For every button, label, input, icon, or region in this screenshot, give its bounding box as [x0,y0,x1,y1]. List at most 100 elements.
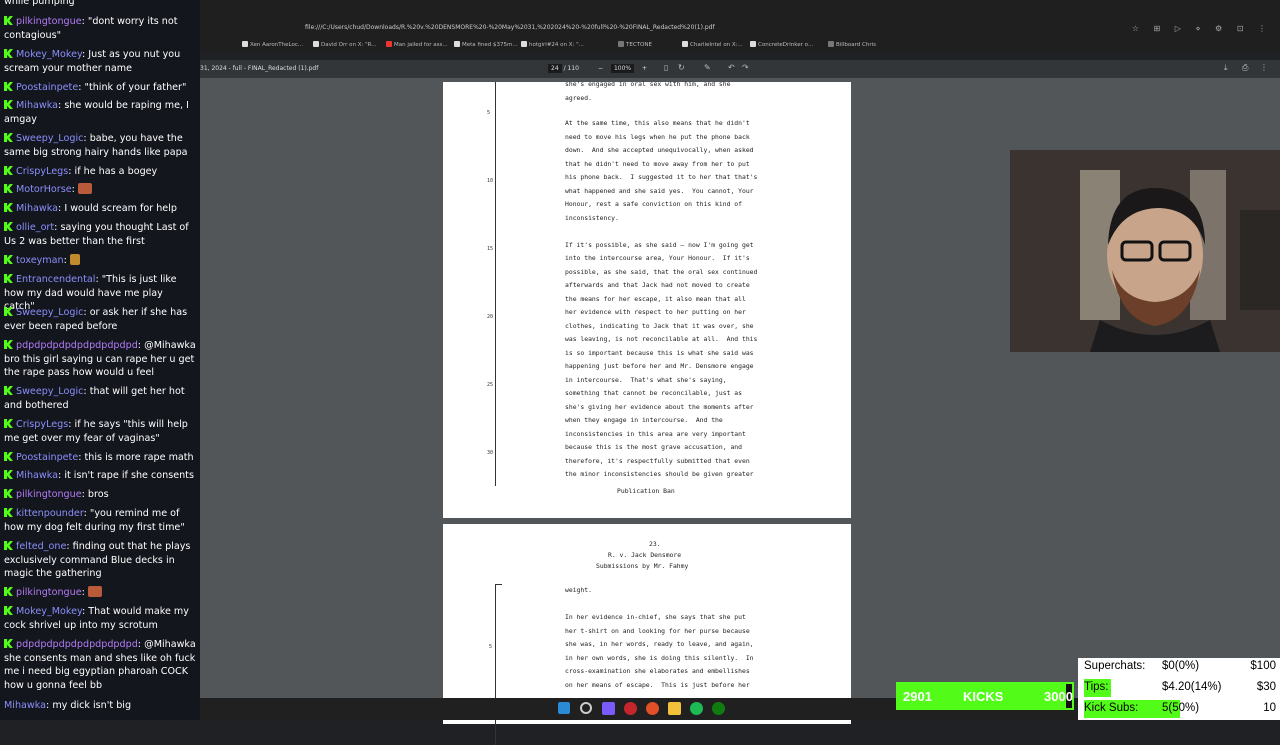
chat-username[interactable]: MotorHorse [16,184,72,195]
print-icon[interactable]: ⎙ [1242,63,1248,73]
bookmark-item[interactable]: Man jailed for ass... [386,41,448,48]
kick-badge-icon [4,541,13,550]
kick-badge-icon [4,222,13,231]
chat-message: pdpdpdpdpdpdpdpdpdpd: @Mihawka bro this … [4,340,196,378]
chat-username[interactable]: felted_one [16,541,66,552]
zoom-out-button[interactable]: − [598,65,603,72]
chat-username[interactable]: Mokey_Mokey [16,606,82,617]
bookmark-item[interactable]: ConcreteDrinker o... [750,41,813,48]
chat-username[interactable]: CrispyLegs [16,419,68,430]
chat-username[interactable]: Mihawka [16,203,58,214]
chat-username[interactable]: Sweepy_Logic [16,133,83,144]
chat-text: if he has a bogey [74,166,158,177]
chat-username[interactable]: pilkingtongue [16,489,82,500]
chat-username[interactable]: Mihawka [16,100,58,111]
chat-username[interactable]: pdpdpdpdpdpdpdpdpdpd [16,340,138,351]
bookmark-item[interactable]: CharlieIntel on X:... [682,41,743,48]
file-explorer-icon[interactable] [668,702,681,715]
download-icon[interactable]: ⤓ [1224,63,1228,73]
kick-badge-icon [4,307,13,316]
chat-username[interactable]: Mokey_Mokey [16,49,82,60]
xbox-icon[interactable] [712,702,725,715]
chat-username[interactable]: Mihawka [16,470,58,481]
chat-username[interactable]: Mihawka [4,700,46,711]
pdf-page-22: she's engaged in oral sex with him, and … [443,80,851,518]
discord-icon[interactable] [602,702,615,715]
chat-message: pilkingtongue: "dont worry its not conta… [4,16,178,41]
chat-username[interactable]: Poostainpete [16,82,78,93]
chat-username[interactable]: ollie_ort [16,222,54,233]
kick-badge-icon [4,489,13,498]
chat-username[interactable]: toxeyman [16,255,64,266]
chat-message: Mihawka: I would scream for help [0,200,200,218]
goal-goal: $30 [1256,681,1276,693]
chat-text: "think of your father" [84,82,187,93]
kicks-label: KICKS [963,689,1004,704]
bookmark-item[interactable]: Billboard Chris [828,41,876,48]
kicks-current: 2901 [903,689,932,704]
chat-username[interactable]: Sweepy_Logic [16,386,83,397]
chat-message: MotorHorse: [0,181,200,199]
bookmark-label: hotgirl#24 on X: "... [529,42,584,48]
zoom-level[interactable]: 100% [610,64,635,73]
kick-badge-icon [4,16,13,25]
chat-message: Sweepy_Logic: babe, you have the same bi… [4,133,188,158]
page-number-input[interactable]: 24 [548,64,562,73]
undo-icon[interactable]: ↶ [728,63,735,72]
pdf-toolbar: 31, 2024 - full - FINAL_Redacted (1).pdf… [200,60,1280,78]
chat-username[interactable]: CrispyLegs [16,166,68,177]
chat-message: pilkingtongue: bros [0,486,200,504]
donation-goals-widget: Superchats: $0(0%) $100 Tips: $4.20(14%) $30 K… [1078,658,1280,720]
goal-label: Tips: [1084,681,1109,693]
chat-message: Poostainpete: this is more rape math [0,449,200,467]
windows-start-icon[interactable] [558,702,570,714]
goal-label: Kick Subs: [1084,702,1139,714]
page-subtitle: Submissions by Mr. Fahmy [596,562,689,570]
chat-username[interactable]: kittenpounder [16,508,84,519]
chat-username[interactable]: Sweepy_Logic [16,307,83,318]
chat-message: pdpdpdpdpdpdpdpdpdpd: @Mihawka she conse… [4,639,196,691]
bookmark-item[interactable]: Xen AaronTheLoc... [242,41,303,48]
spotify-icon[interactable] [690,702,703,715]
rotate-icon[interactable]: ↻ [678,63,685,72]
chat-username[interactable]: Poostainpete [16,452,78,463]
chat-message: Mihawka: it isn't rape if she consents [0,467,200,485]
redo-icon[interactable]: ↷ [742,63,749,72]
chat-message: Sweepy_Logic: or ask her if she has ever… [4,307,188,332]
page-margin-rule [495,584,502,745]
chat-text: this is more rape math [84,452,194,463]
goal-row: Superchats: $0(0%) $100 [1084,658,1276,676]
search-icon[interactable] [580,702,592,714]
bookmark-favicon-icon [682,41,688,47]
line-number: 10 [487,178,494,184]
obs-icon[interactable] [624,702,637,715]
chat-username[interactable]: pilkingtongue [16,587,82,598]
highlight-icon[interactable]: ✎ [704,63,711,72]
chat-message: Mokey_Mokey: That would make my cock shr… [4,606,189,631]
kick-badge-icon [4,419,13,428]
zoom-in-button[interactable]: + [642,65,647,72]
kick-badge-icon [4,470,13,479]
more-menu-icon[interactable]: ⋮ [1260,63,1268,72]
page-counter: 24 / 110 [548,64,579,73]
bookmark-item[interactable]: David Orr on X: "R... [313,41,377,48]
chat-username[interactable]: Entrancendental [16,274,95,285]
chrome-icon[interactable] [646,702,659,715]
chat-message: felted_one: finding out that he plays ex… [4,541,191,579]
chat-username[interactable]: pdpdpdpdpdpdpdpdpdpd [16,639,138,650]
chat-message: CrispyLegs: if he says "this will help m… [4,419,188,444]
chat-text: my dick isn't big [52,700,132,711]
chat-username[interactable]: pilkingtongue [16,16,82,27]
bookmark-item[interactable]: TECTONE [618,41,652,48]
emote-icon [77,183,92,194]
bookmark-item[interactable]: Meta fined $375m... [454,41,518,48]
browser-toolbar-icons[interactable]: ☆ ⊞ ▷ ⋄ ⚙ ⊡ ⋮ [1132,24,1272,33]
chat-message: Sweepy_Logic: that will get her hot and … [4,386,185,411]
line-number: 5 [489,644,493,650]
bookmark-item[interactable]: hotgirl#24 on X: "... [521,41,584,48]
bookmark-label: ConcreteDrinker o... [758,42,814,48]
kick-badge-icon [4,133,13,142]
address-bar[interactable]: file:///C:/Users/chud/Downloads/R.%20v.%… [305,21,1165,35]
fit-page-icon[interactable]: ▯ [664,63,668,72]
bookmark-favicon-icon [521,41,527,47]
